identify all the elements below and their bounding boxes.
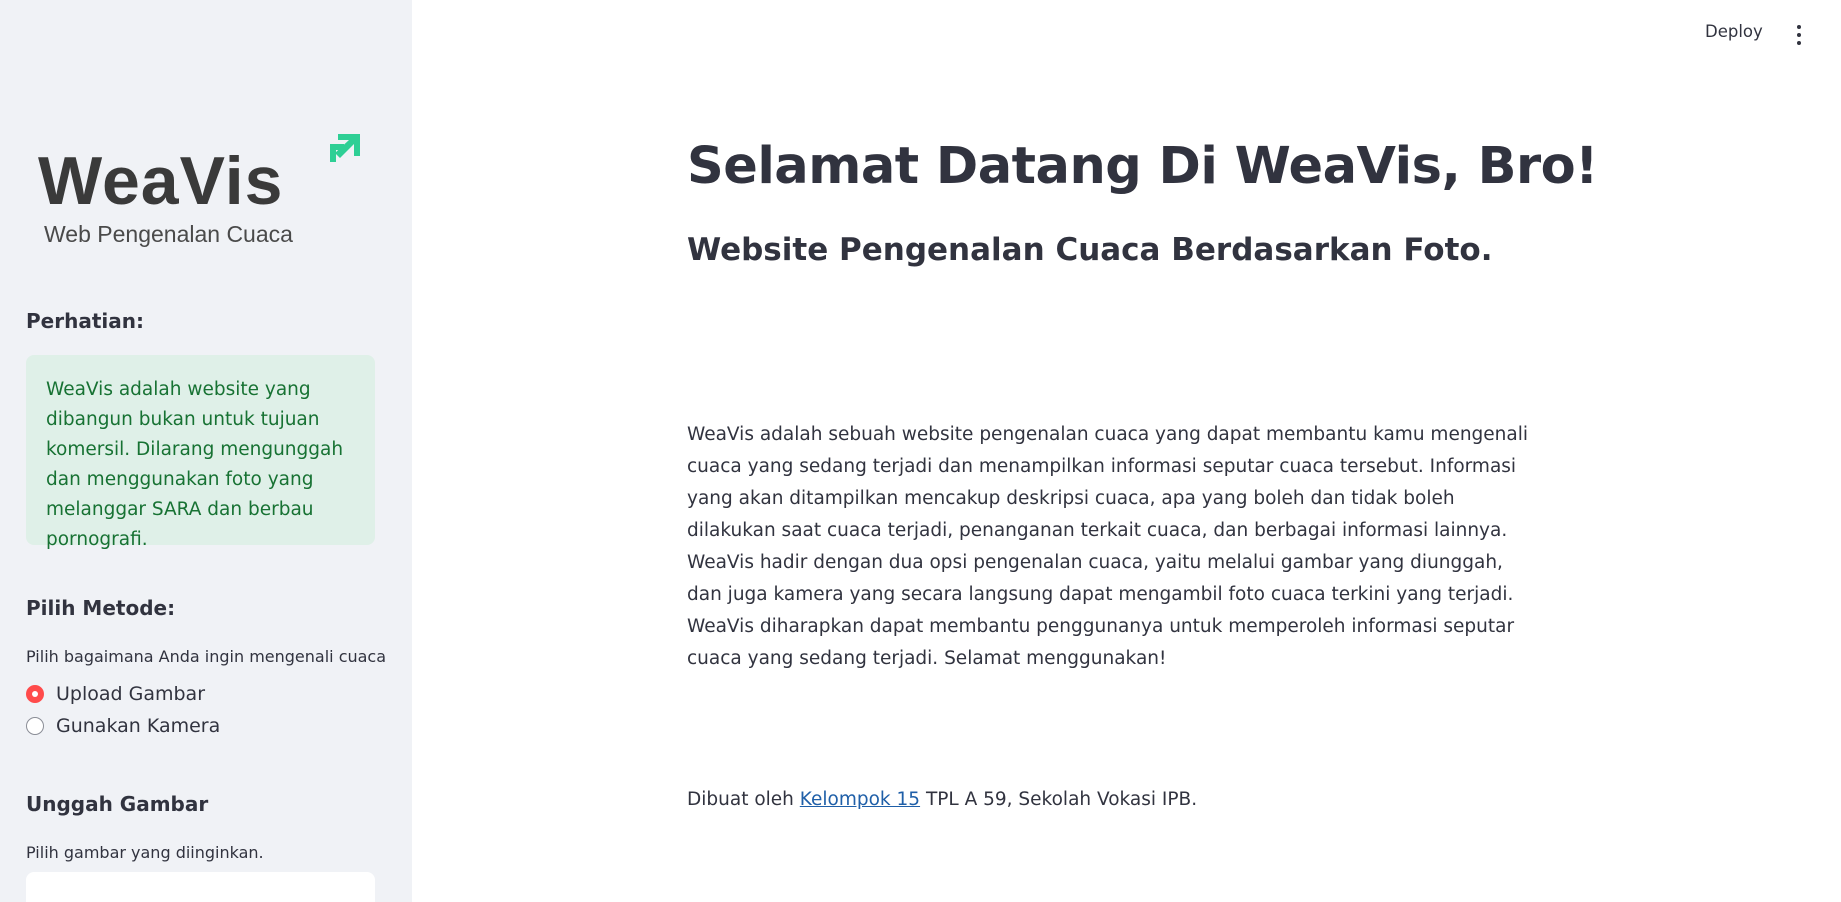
upload-caption: Pilih gambar yang diinginkan. [26,843,264,862]
radio-upload-gambar[interactable]: Upload Gambar [26,682,205,706]
weavis-logo: WeaVis Web Pengenalan Cuaca [38,132,368,252]
sidebar: WeaVis Web Pengenalan Cuaca Perhatian: W… [0,0,412,902]
page-subtitle: Website Pengenalan Cuaca Berdasarkan Fot… [687,232,1493,268]
upload-heading: Unggah Gambar [26,792,209,816]
arrow-up-right-icon [330,134,360,162]
method-caption: Pilih bagaimana Anda ingin mengenali cua… [26,647,387,666]
logo-wordmark: WeaVis [38,143,283,219]
footer-suffix: TPL A 59, Sekolah Vokasi IPB. [920,789,1198,810]
radio-label: Upload Gambar [56,683,206,705]
notice-text: WeaVis adalah website yang dibangun buka… [46,379,344,550]
kelompok-link[interactable]: Kelompok 15 [800,789,920,810]
footer-credit: Dibuat oleh Kelompok 15 TPL A 59, Sekola… [687,789,1197,810]
footer-prefix: Dibuat oleh [687,789,800,810]
file-uploader[interactable] [26,872,375,902]
kebab-menu-icon[interactable] [1793,25,1805,47]
logo-tagline: Web Pengenalan Cuaca [44,221,293,247]
radio-label: Gunakan Kamera [56,715,221,737]
notice-box: WeaVis adalah website yang dibangun buka… [26,355,375,550]
page-title: Selamat Datang Di WeaVis, Bro! [687,137,1598,196]
radio-checked-icon[interactable] [26,685,44,703]
radio-gunakan-kamera[interactable]: Gunakan Kamera [26,714,220,738]
method-heading: Pilih Metode: [26,596,176,620]
notice-heading: Perhatian: [26,309,144,333]
radio-unchecked-icon[interactable] [26,717,44,735]
deploy-button[interactable]: Deploy [1705,22,1763,41]
description-paragraph: WeaVis adalah sebuah website pengenalan … [687,424,1529,669]
